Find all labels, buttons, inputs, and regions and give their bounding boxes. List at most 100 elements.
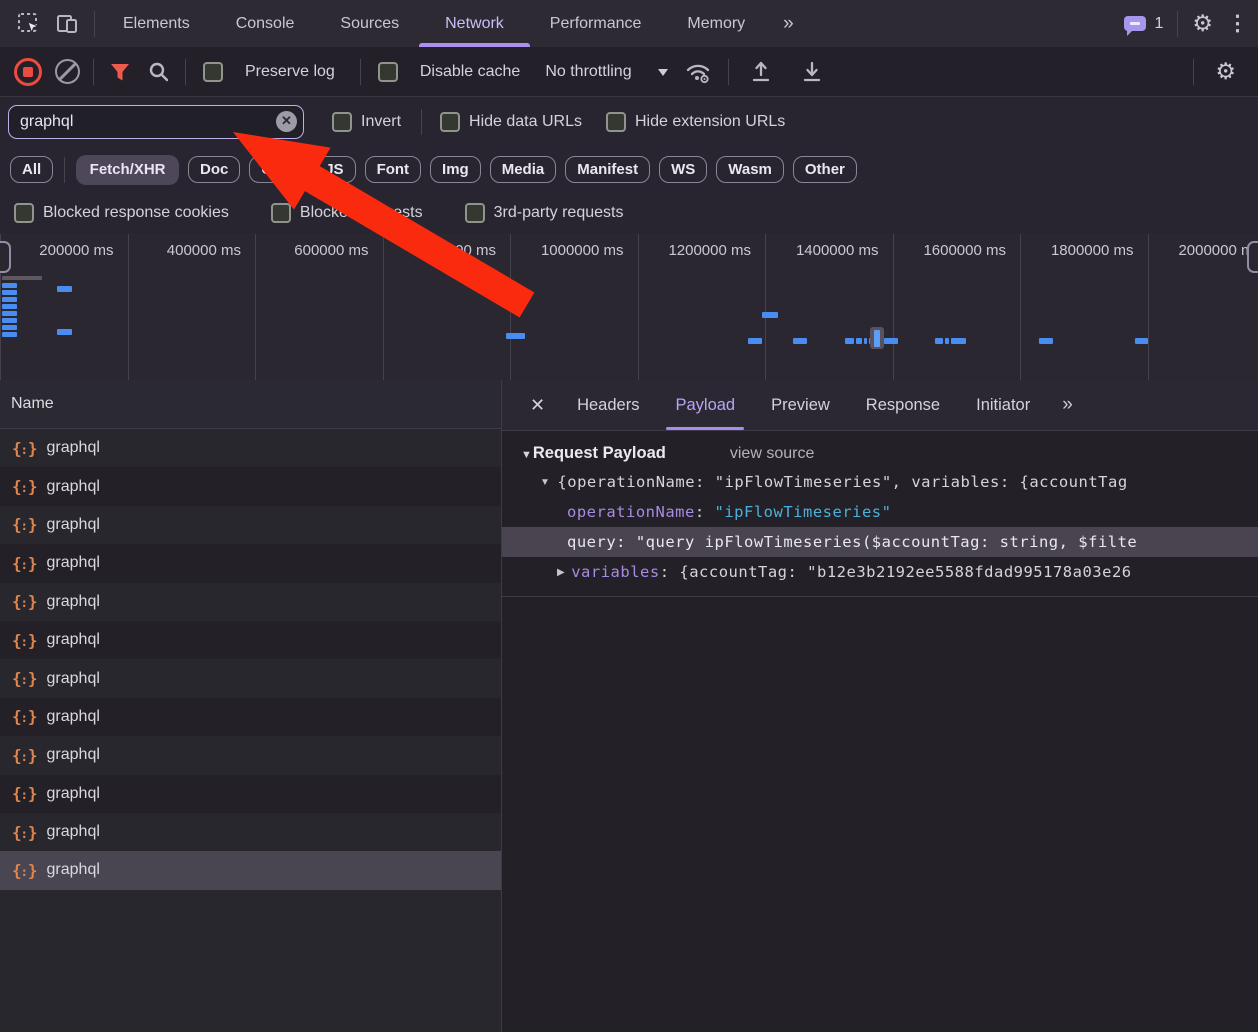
collapse-triangle-icon[interactable]: ▼ <box>521 449 532 461</box>
request-row[interactable]: {:} graphql <box>0 697 501 737</box>
chip-js[interactable]: JS <box>313 156 356 183</box>
blocked-response-cookies-checkbox[interactable] <box>14 203 34 223</box>
payload-preview-text: {operationName: "ipFlowTimeseries", vari… <box>557 473 1128 491</box>
request-row[interactable]: {:} graphql <box>0 774 501 813</box>
json-icon: {:} <box>12 860 37 880</box>
clear-filter-icon[interactable]: ✕ <box>276 110 297 132</box>
detail-tabs-bar: ✕ Headers Payload Preview Response Initiator… <box>502 380 1258 431</box>
request-row[interactable]: {:} graphql <box>0 505 501 545</box>
devtools-topbar: Elements Console Sources Network Performance… <box>0 0 1258 48</box>
json-icon: {:} <box>12 553 37 573</box>
import-har-icon[interactable] <box>742 55 780 89</box>
tab-sources[interactable]: Sources <box>340 0 399 47</box>
detail-more-tabs-icon[interactable]: » <box>1062 394 1072 416</box>
request-row[interactable]: {:} graphql <box>0 812 501 852</box>
request-row[interactable]: {:} graphql <box>0 467 501 506</box>
chip-all[interactable]: All <box>10 156 54 183</box>
close-details-icon[interactable]: ✕ <box>530 395 545 416</box>
name-column-header[interactable]: Name <box>0 380 501 429</box>
tab-performance[interactable]: Performance <box>550 0 642 47</box>
more-tabs-icon[interactable]: » <box>783 13 793 35</box>
payload-key: query <box>567 533 617 551</box>
waterfall-bar <box>2 297 17 302</box>
detail-tab-headers[interactable]: Headers <box>559 380 657 430</box>
network-overview-timeline[interactable]: 200000 ms 400000 ms 600000 ms 800000 ms 1000… <box>0 234 1258 381</box>
waterfall-bar <box>2 276 42 280</box>
detail-tab-payload[interactable]: Payload <box>657 380 753 430</box>
waterfall-bar <box>2 325 17 330</box>
request-row[interactable]: {:} graphql <box>0 659 501 698</box>
filter-funnel-icon[interactable] <box>107 55 133 89</box>
chip-img[interactable]: Img <box>430 156 481 183</box>
chip-fetch-xhr[interactable]: Fetch/XHR <box>76 154 180 185</box>
clear-network-log-icon[interactable] <box>55 59 80 84</box>
payload-key: operationName <box>567 503 695 521</box>
hide-data-urls-checkbox[interactable] <box>440 111 461 132</box>
json-icon: {:} <box>12 822 37 842</box>
request-row[interactable]: {:} graphql <box>0 429 501 468</box>
tab-elements[interactable]: Elements <box>123 0 190 47</box>
settings-gear-icon[interactable]: ⚙ <box>1192 12 1213 35</box>
tab-memory[interactable]: Memory <box>687 0 745 47</box>
collapsed-triangle-icon[interactable]: ▶ <box>557 567 565 578</box>
divider <box>421 108 423 135</box>
inspect-element-icon[interactable] <box>10 7 48 41</box>
network-toolbar: Preserve log Disable cache No throttling <box>0 47 1258 97</box>
payload-query-line-highlighted[interactable]: query: "query ipFlowTimeseries($accountT… <box>502 527 1258 557</box>
overview-left-grip[interactable] <box>0 241 11 273</box>
payload-preview-line[interactable]: ▼ {operationName: "ipFlowTimeseries", var… <box>502 467 1258 497</box>
waterfall-bar <box>2 290 17 295</box>
third-party-requests-label: 3rd-party requests <box>493 204 624 221</box>
throttling-dropdown[interactable]: No throttling <box>545 63 668 81</box>
tab-network[interactable]: Network <box>419 0 530 47</box>
export-har-icon[interactable] <box>793 55 831 89</box>
waterfall-bar <box>845 338 854 344</box>
filter-input[interactable] <box>8 104 304 139</box>
detail-tab-initiator[interactable]: Initiator <box>958 380 1048 430</box>
json-icon: {:} <box>12 745 37 765</box>
waterfall-bar <box>884 338 898 344</box>
hide-extension-urls-checkbox[interactable] <box>605 111 626 132</box>
topbar-right: 1 ⚙ ⋮ <box>1124 10 1248 37</box>
payload-variables-line[interactable]: ▶ variables: {accountTag: "b12e3b2192ee55… <box>502 557 1258 587</box>
invert-checkbox[interactable] <box>332 111 352 132</box>
request-row[interactable]: {:} graphql <box>0 851 501 890</box>
request-row[interactable]: {:} graphql <box>0 544 501 583</box>
blocked-requests-checkbox[interactable] <box>270 203 291 223</box>
timeline-bars <box>0 234 1258 380</box>
chip-wasm[interactable]: Wasm <box>716 156 784 183</box>
chip-manifest[interactable]: Manifest <box>565 156 651 183</box>
overview-right-grip[interactable] <box>1247 241 1258 273</box>
search-icon[interactable] <box>146 55 172 89</box>
more-options-icon[interactable]: ⋮ <box>1227 11 1248 36</box>
chip-ws[interactable]: WS <box>659 156 708 183</box>
payload-operation-name-line[interactable]: operationName: "ipFlowTimeseries" <box>502 497 1258 527</box>
devtools-tabs: Elements Console Sources Network Performance… <box>123 0 745 47</box>
device-toolbar-icon[interactable] <box>48 7 86 41</box>
request-row[interactable]: {:} graphql <box>0 736 501 775</box>
expanded-triangle-icon[interactable]: ▼ <box>540 477 550 488</box>
detail-tab-response[interactable]: Response <box>848 380 958 430</box>
record-network-log-icon[interactable] <box>14 57 42 86</box>
issues-icon[interactable] <box>1124 16 1147 36</box>
preserve-log-checkbox[interactable] <box>203 61 223 82</box>
view-source-link[interactable]: view source <box>730 445 814 463</box>
waterfall-bar <box>864 338 867 344</box>
chip-doc[interactable]: Doc <box>188 156 241 183</box>
request-row[interactable]: {:} graphql <box>0 582 501 621</box>
detail-tab-preview[interactable]: Preview <box>753 380 848 430</box>
request-row[interactable]: {:} graphql <box>0 620 501 660</box>
tab-console[interactable]: Console <box>236 0 295 47</box>
network-settings-gear-icon[interactable]: ⚙ <box>1215 60 1236 83</box>
preserve-log-label: Preserve log <box>245 62 335 80</box>
chip-font[interactable]: Font <box>364 156 422 183</box>
chip-media[interactable]: Media <box>489 156 557 183</box>
chip-css[interactable]: CSS <box>249 156 305 183</box>
dropdown-caret-icon <box>657 68 668 81</box>
waterfall-bar <box>2 318 17 323</box>
hide-extension-urls-label: Hide extension URLs <box>634 112 786 130</box>
third-party-requests-checkbox[interactable] <box>464 203 485 223</box>
network-conditions-icon[interactable] <box>681 55 715 89</box>
chip-other[interactable]: Other <box>792 156 857 183</box>
disable-cache-checkbox[interactable] <box>377 61 398 82</box>
